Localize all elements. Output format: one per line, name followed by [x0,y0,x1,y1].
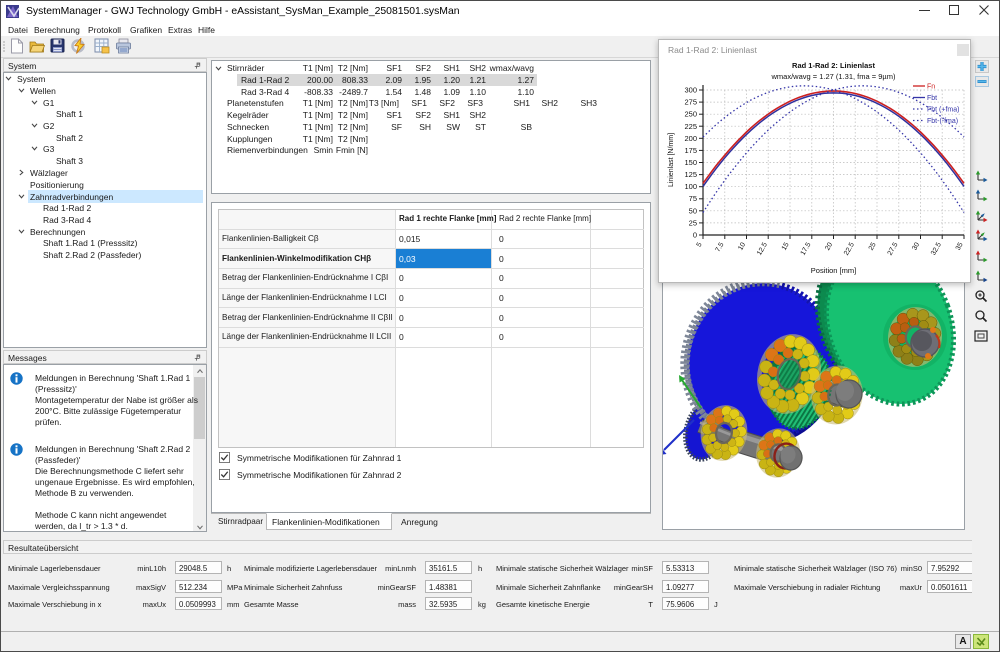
svg-text:32.5: 32.5 [930,241,943,256]
svg-text:225: 225 [684,122,697,131]
svg-text:12.5: 12.5 [756,241,769,256]
svg-text:Fn: Fn [927,84,935,91]
svg-text:Linienlast [N/mm]: Linienlast [N/mm] [668,133,675,187]
svg-text:100: 100 [684,182,697,191]
svg-text:15: 15 [781,241,791,251]
svg-text:125: 125 [684,170,697,179]
svg-text:27.5: 27.5 [887,241,900,256]
svg-text:Rad 1-Rad 2: Linienlast: Rad 1-Rad 2: Linienlast [792,61,875,70]
svg-text:25: 25 [689,218,697,227]
svg-text:0: 0 [693,231,697,240]
svg-text:17.5: 17.5 [800,241,813,256]
svg-text:5: 5 [696,241,704,248]
svg-text:Fbt: Fbt [927,95,937,102]
svg-text:25: 25 [868,241,878,251]
svg-text:30: 30 [911,241,921,251]
svg-text:Fbt-(-fma): Fbt-(-fma) [927,118,958,125]
svg-text:275: 275 [684,98,697,107]
svg-text:300: 300 [684,86,697,95]
svg-text:50: 50 [689,206,697,215]
svg-text:150: 150 [684,158,697,167]
svg-text:10: 10 [737,241,747,251]
svg-text:75: 75 [689,194,697,203]
svg-text:22.5: 22.5 [843,241,856,256]
svg-text:35: 35 [955,241,965,251]
svg-text:250: 250 [684,110,697,119]
svg-text:Position [mm]: Position [mm] [811,266,856,275]
svg-text:20: 20 [824,241,834,251]
svg-text:200: 200 [684,134,697,143]
svg-text:7.5: 7.5 [715,241,726,253]
svg-text:175: 175 [684,146,697,155]
svg-text:Fbt (+fma): Fbt (+fma) [927,107,959,114]
svg-text:wmax/wavg = 1.27 (1.31, fma =: wmax/wavg = 1.27 (1.31, fma = 9µm) [771,72,896,81]
